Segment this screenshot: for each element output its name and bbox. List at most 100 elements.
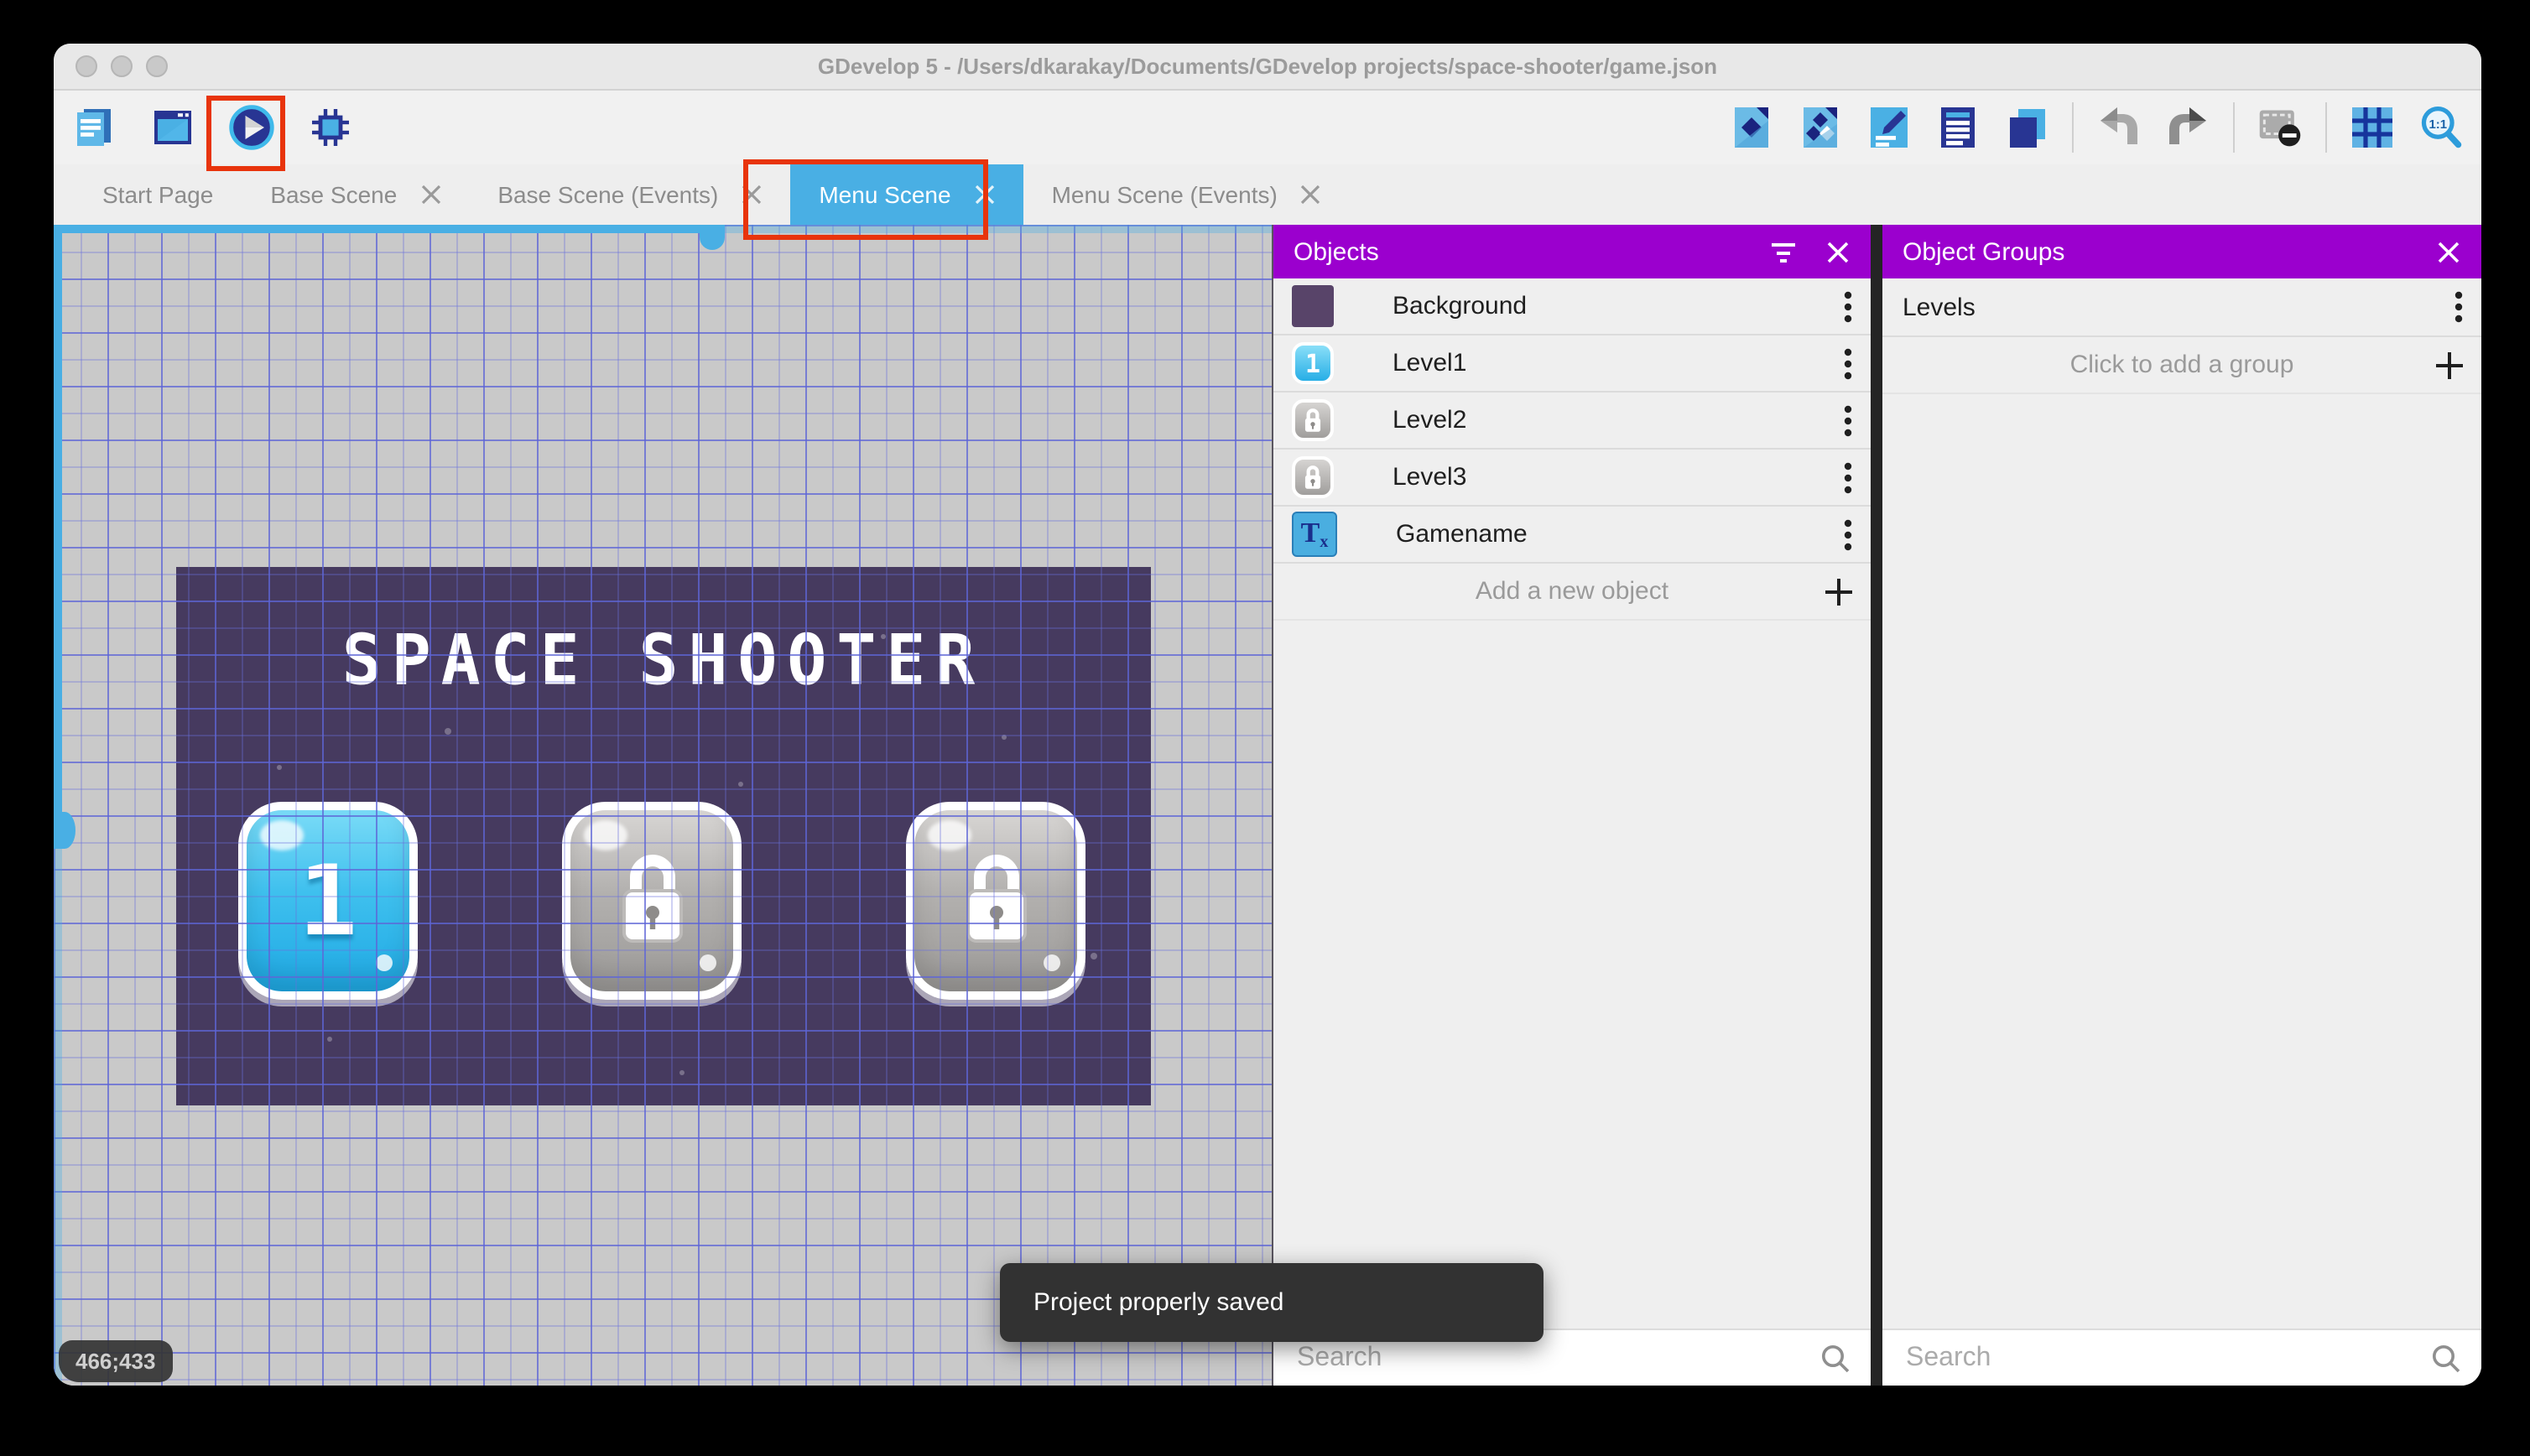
- properties-icon[interactable]: [1934, 104, 1981, 151]
- vertical-scrollbar-fill: [54, 225, 62, 830]
- close-tab-icon[interactable]: [742, 185, 762, 205]
- objects-list: Background 1 Level1 Level2 Level3 Tx Gam…: [1273, 278, 1871, 1330]
- tab-label: Menu Scene: [819, 181, 951, 208]
- star-speck: [679, 1070, 685, 1075]
- toast-message: Project properly saved: [1033, 1288, 1284, 1317]
- group-row-levels[interactable]: Levels: [1882, 278, 2481, 337]
- object-name: Level2: [1393, 406, 1467, 434]
- add-group-row[interactable]: Click to add a group: [1882, 337, 2481, 394]
- scene-editor-canvas[interactable]: SPACE SHOOTER 1 466;433: [54, 225, 1273, 1386]
- level1-button-sprite[interactable]: 1: [238, 802, 418, 1000]
- add-object-row[interactable]: Add a new object: [1273, 564, 1871, 621]
- tab-menu-scene-events[interactable]: Menu Scene (Events): [1023, 164, 1350, 225]
- add-group-label: Click to add a group: [2069, 351, 2294, 379]
- main-content: SPACE SHOOTER 1 466;433 Objects Backgrou…: [54, 225, 2481, 1386]
- edit-scene-icon[interactable]: [1866, 104, 1913, 151]
- horizontal-scrollbar[interactable]: [54, 225, 1272, 250]
- tab-label: Base Scene (Events): [497, 181, 719, 208]
- groups-search-input[interactable]: [1882, 1343, 2431, 1373]
- svg-text:1:1: 1:1: [2428, 117, 2447, 132]
- object-name: Gamename: [1396, 520, 1528, 549]
- window-title: GDevelop 5 - /Users/dkarakay/Documents/G…: [817, 54, 1718, 79]
- toolbar-separator: [2325, 102, 2327, 153]
- object-groups-panel: Object Groups Levels Click to add a grou…: [1882, 225, 2481, 1386]
- object-menu-icon[interactable]: [1844, 404, 1852, 436]
- undo-icon[interactable]: [2095, 104, 2142, 151]
- debug-icon[interactable]: [307, 104, 354, 151]
- tab-start-page[interactable]: Start Page: [74, 164, 242, 225]
- save-toast: Project properly saved: [1000, 1263, 1544, 1342]
- tab-base-scene-events[interactable]: Base Scene (Events): [469, 164, 790, 225]
- groups-panel-header: Object Groups: [1882, 225, 2481, 278]
- tab-label: Menu Scene (Events): [1051, 181, 1278, 208]
- object-menu-icon[interactable]: [1844, 461, 1852, 493]
- project-manager-icon[interactable]: [70, 104, 117, 151]
- objects-panel-header: Objects: [1273, 225, 1871, 278]
- toolbar-separator: [2072, 102, 2074, 153]
- search-icon: [1822, 1344, 1850, 1372]
- horizontal-scrollbar-fill: [54, 225, 711, 233]
- object-row-level2[interactable]: Level2: [1273, 393, 1871, 450]
- lock-icon: [622, 855, 682, 943]
- scene-title-text-object[interactable]: SPACE SHOOTER: [176, 621, 1151, 701]
- background-thumbnail: [1292, 285, 1334, 327]
- object-menu-icon[interactable]: [1844, 347, 1852, 379]
- game-scene-rect: SPACE SHOOTER 1: [176, 567, 1151, 1105]
- level3-thumbnail: [1292, 456, 1334, 498]
- object-row-level3[interactable]: Level3: [1273, 450, 1871, 507]
- level3-locked-button-sprite[interactable]: [906, 802, 1085, 1000]
- horizontal-scrollbar-thumb[interactable]: [700, 225, 725, 250]
- close-tab-icon[interactable]: [420, 185, 440, 205]
- object-menu-icon[interactable]: [1844, 518, 1852, 550]
- toolbar: 1:1: [54, 91, 2481, 171]
- vertical-scrollbar-thumb[interactable]: [54, 812, 75, 849]
- gamename-thumbnail: Tx: [1292, 512, 1337, 557]
- vertical-scrollbar[interactable]: [54, 225, 75, 1386]
- group-name: Levels: [1903, 293, 1976, 321]
- mask-icon[interactable]: [2257, 104, 2304, 151]
- tab-label: Base Scene: [270, 181, 398, 208]
- objects-search-input[interactable]: [1273, 1343, 1820, 1373]
- tab-base-scene[interactable]: Base Scene: [242, 164, 469, 225]
- star-speck: [277, 765, 282, 770]
- object-row-level1[interactable]: 1 Level1: [1273, 335, 1871, 393]
- level1-thumbnail: 1: [1292, 342, 1334, 384]
- close-panel-icon[interactable]: [1824, 238, 1851, 265]
- close-tab-icon[interactable]: [975, 185, 995, 205]
- level1-number: 1: [299, 844, 357, 958]
- zoom-1-1-icon[interactable]: 1:1: [2418, 104, 2465, 151]
- object-groups-icon[interactable]: [1797, 104, 1844, 151]
- gdevelop-window: GDevelop 5 - /Users/dkarakay/Documents/G…: [54, 44, 2481, 1386]
- star-speck: [445, 728, 451, 735]
- level2-thumbnail: [1292, 399, 1334, 441]
- object-name: Background: [1393, 292, 1528, 320]
- scene-window-icon[interactable]: [149, 104, 196, 151]
- close-panel-icon[interactable]: [2434, 238, 2461, 265]
- tab-menu-scene[interactable]: Menu Scene: [790, 164, 1023, 225]
- redo-icon[interactable]: [2164, 104, 2211, 151]
- tabbar: Start Page Base Scene Base Scene (Events…: [54, 159, 2481, 240]
- cursor-coordinates-badge: 466;433: [59, 1340, 173, 1382]
- plus-icon[interactable]: [1824, 576, 1854, 606]
- plus-icon[interactable]: [2434, 350, 2465, 380]
- filter-icon[interactable]: [1770, 238, 1797, 265]
- group-menu-icon[interactable]: [2455, 291, 2463, 323]
- object-row-gamename[interactable]: Tx Gamename: [1273, 507, 1871, 564]
- add-object-label: Add a new object: [1475, 577, 1669, 606]
- close-tab-icon[interactable]: [1301, 185, 1321, 205]
- groups-panel-title: Object Groups: [1903, 237, 2065, 266]
- panel-divider[interactable]: [1871, 225, 1882, 1386]
- screenshot-stage: GDevelop 5 - /Users/dkarakay/Documents/G…: [0, 0, 2530, 1456]
- grid-icon[interactable]: [2349, 104, 2396, 151]
- star-speck: [327, 1037, 332, 1042]
- add-object-icon[interactable]: [1728, 104, 1775, 151]
- toolbar-left-group: [70, 96, 354, 171]
- objects-panel-title: Objects: [1294, 237, 1379, 266]
- titlebar: GDevelop 5 - /Users/dkarakay/Documents/G…: [54, 44, 2481, 91]
- object-row-background[interactable]: Background: [1273, 278, 1871, 335]
- object-menu-icon[interactable]: [1844, 290, 1852, 322]
- play-icon[interactable]: [228, 104, 275, 151]
- level2-locked-button-sprite[interactable]: [562, 802, 742, 1000]
- search-icon: [2433, 1344, 2460, 1372]
- instances-list-icon[interactable]: [2003, 104, 2050, 151]
